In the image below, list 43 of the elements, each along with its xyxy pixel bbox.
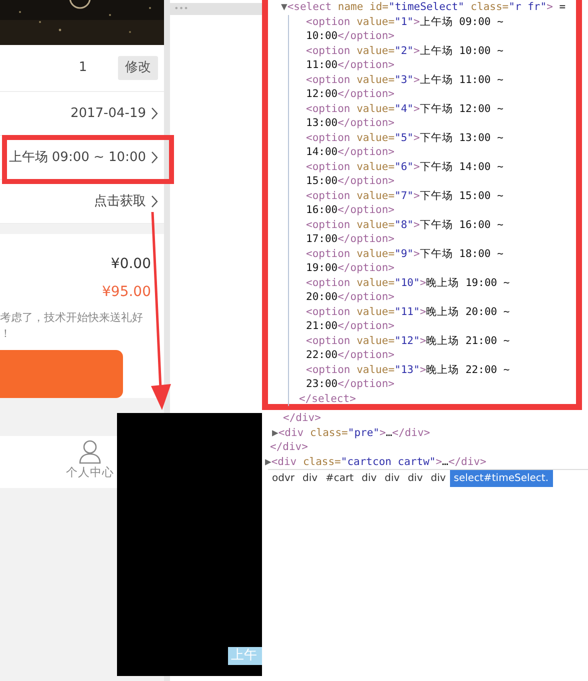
chevron-right-icon	[151, 195, 158, 208]
breadcrumb-item[interactable]: div	[298, 470, 322, 486]
code-line: <option value="7">下午场 15:00 ~ 16:00</option>	[306, 188, 504, 218]
select-value: 上午场 09:00 ~ 10:00	[8, 148, 146, 167]
price-text: ¥0.00	[110, 255, 152, 274]
code-line: <option value="12">晚上场 21:00 ~ 22:00</option>	[306, 334, 511, 362]
code-line: </div>	[270, 440, 309, 454]
breadcrumb-item[interactable]: odvr	[268, 470, 298, 486]
breadcrumb-item[interactable]: select#timeSelect.	[450, 470, 552, 486]
code-line: <option value="6">下午场 14:00 ~ 15:00</option>	[306, 160, 504, 188]
price-text: ¥95.00	[101, 283, 152, 302]
breadcrumb-item[interactable]: div	[426, 470, 450, 486]
submit-button[interactable]	[0, 350, 123, 398]
chevron-right-icon	[151, 107, 158, 120]
code-line: <option value="9">下午场 18:00 ~ 19:00</option>	[306, 246, 504, 276]
select-value: 点击获取	[94, 192, 146, 211]
breadcrumb-item[interactable]: div	[404, 470, 427, 486]
note-text: ！	[0, 327, 11, 340]
code-line: <option value="13">晚上场 22:00 ~ 23:00</option>	[306, 362, 511, 392]
code-line: <option value="1">上午场 09:00 ~ 10:00</option>	[306, 14, 504, 44]
select-row[interactable]: 2017-04-19	[0, 92, 164, 136]
breadcrumb-item[interactable]: div	[380, 470, 404, 486]
select-value: 2017-04-19	[70, 104, 146, 123]
code-line: </div>	[283, 411, 322, 426]
code-line: <option value="11">晚上场 20:00 ~ 21:00</option>	[306, 304, 511, 334]
code-line: <option value="2">上午场 10:00 ~ 11:00</option>	[306, 44, 504, 72]
edit-button[interactable]: 修改	[118, 56, 158, 80]
select-row[interactable]: 点击获取	[0, 180, 164, 224]
breadcrumb-item[interactable]: #cart	[322, 470, 358, 486]
code-line: ▼<select name id="timeSelect" class="r fr"> =	[281, 0, 567, 14]
note-text: 考虑了，技术开始快来送礼好	[0, 311, 143, 324]
code-line: </select>	[299, 392, 356, 406]
code-line: <option value="5">下午场 13:00 ~ 14:00</option>	[306, 130, 504, 160]
code-line: <option value="3">上午场 11:00 ~ 12:00</option>	[306, 72, 504, 102]
code-line: <option value="8">下午场 16:00 ~ 17:00</option>	[306, 218, 504, 246]
breadcrumb-item[interactable]: div	[358, 470, 381, 486]
person-icon	[79, 440, 101, 464]
code-line: ▶<div class="pre">…</div>	[272, 426, 432, 440]
code-line: <option value="10">晚上场 19:00 ~ 20:00</option>	[306, 276, 511, 304]
code-line: <option value="4">下午场 12:00 ~ 13:00</option>	[306, 102, 504, 130]
chevron-right-icon	[151, 151, 158, 164]
quantity-value: 1	[78, 59, 87, 78]
code-line: ▶<div class="cartcon cartw">…</div>	[265, 454, 488, 469]
